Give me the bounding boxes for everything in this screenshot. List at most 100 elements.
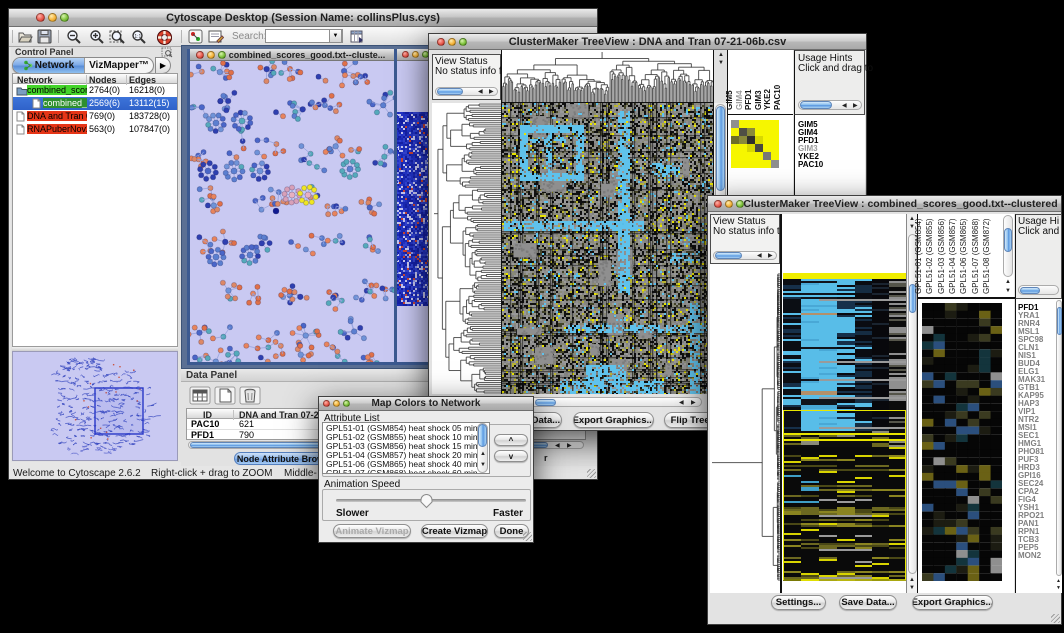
tab-overflow-arrow[interactable]: ▶: [155, 57, 171, 74]
scroll-left-arrow[interactable]: ◀: [757, 253, 762, 259]
zoom-selected-icon[interactable]: [109, 29, 126, 45]
scroll-left-arrow[interactable]: ◀: [555, 443, 560, 449]
scroll-left-arrow[interactable]: ◀: [478, 89, 483, 95]
correlation-matrix-canvas[interactable]: [731, 120, 779, 168]
annotation-icon[interactable]: [208, 29, 224, 44]
save-session-icon[interactable]: [37, 29, 52, 44]
row-dendrogram-canvas[interactable]: [710, 264, 780, 593]
speed-slider-thumb[interactable]: [419, 493, 434, 509]
export-graphics-button[interactable]: Export Graphics...: [573, 412, 654, 428]
zoom-out-icon[interactable]: [66, 29, 82, 45]
scrollbar-thumb[interactable]: [1020, 287, 1040, 294]
scrollbar-thumb[interactable]: [478, 424, 487, 447]
zoom-actual-icon[interactable]: 1:1: [131, 29, 147, 45]
create-vizmap-button[interactable]: Create Vizmap: [421, 524, 488, 538]
treeview1-titlebar[interactable]: ClusterMaker TreeView : DNA and Tran 07-…: [429, 34, 866, 50]
network-view-1-titlebar[interactable]: combined_scores_good.txt--cluste...: [190, 49, 394, 61]
scroll-up-arrow[interactable]: ▲: [718, 52, 724, 58]
tab-vizmapper[interactable]: VizMapper™: [84, 58, 153, 73]
scrollbar-thumb[interactable]: [1057, 307, 1062, 335]
treeview2-titlebar[interactable]: ClusterMaker TreeView : combined_scores_…: [708, 196, 1061, 212]
view-status-text: No status info t: [713, 226, 780, 237]
tab-network[interactable]: Network: [13, 58, 84, 73]
close-button[interactable]: [714, 200, 722, 208]
scroll-down-arrow[interactable]: ▼: [1056, 585, 1061, 591]
scroll-right-arrow[interactable]: ▶: [691, 400, 696, 406]
network-table-row[interactable]: RNAPuberNov2+N563(0)107847(0): [13, 123, 177, 136]
scroll-up-arrow[interactable]: ▲: [1056, 578, 1061, 584]
scroll-up-arrow[interactable]: ▲: [1005, 279, 1011, 285]
status-pan-hint: Middle-: [284, 468, 317, 479]
data-panel-header: Data Panel: [186, 370, 237, 381]
import-table-icon[interactable]: [349, 29, 365, 44]
dialog-titlebar[interactable]: Map Colors to Network: [319, 397, 533, 411]
resize-grip[interactable]: [1051, 614, 1060, 623]
settings-button[interactable]: Settings...: [771, 595, 826, 610]
network-table-row[interactable]: DNA and Tran 07769(0)183728(0): [13, 110, 177, 123]
resize-grip[interactable]: [587, 469, 596, 478]
minimize-button[interactable]: [412, 51, 419, 58]
labels-vscrollbar[interactable]: ▲ ▼: [1002, 214, 1015, 297]
scrollbar-thumb[interactable]: [1004, 228, 1012, 252]
network-table-row[interactable]: combined_scores_2764(0)16218(0): [13, 84, 177, 97]
scroll-right-arrow[interactable]: ▶: [853, 103, 858, 109]
network-view-1-canvas[interactable]: [190, 61, 394, 362]
network-table-row[interactable]: combined_sco2569(6)13112(15): [13, 97, 177, 110]
attribute-item[interactable]: GPL51-07 (GSM868) heat shock 60 min: [326, 469, 478, 474]
scroll-left-arrow[interactable]: ◀: [842, 103, 847, 109]
heatmap-canvas[interactable]: [783, 273, 906, 581]
open-file-icon[interactable]: [17, 29, 33, 44]
column-dendrogram-canvas[interactable]: [501, 50, 714, 103]
scrollbar-thumb[interactable]: [715, 252, 742, 259]
attribute-list-vscrollbar[interactable]: ▲ ▼: [477, 423, 489, 473]
scroll-right-arrow[interactable]: ▶: [768, 253, 773, 259]
export-graphics-button[interactable]: Export Graphics...: [912, 595, 993, 610]
scroll-right-arrow[interactable]: ▶: [489, 89, 494, 95]
network-overview-panel: [12, 351, 178, 461]
scroll-up-arrow[interactable]: ▲: [480, 451, 486, 457]
resize-grip[interactable]: [523, 532, 532, 541]
scroll-up-arrow[interactable]: ▲: [909, 577, 915, 583]
scrollbar-thumb[interactable]: [800, 101, 832, 109]
network-table-header[interactable]: Network Nodes Edges: [13, 74, 177, 84]
scroll-right-arrow[interactable]: ▶: [567, 443, 572, 449]
tab-fragment-label[interactable]: r: [544, 453, 548, 463]
close-button[interactable]: [196, 51, 204, 59]
delete-attribute-icon[interactable]: [239, 386, 261, 405]
main-titlebar[interactable]: Cytoscape Desktop (Session Name: collins…: [9, 9, 597, 27]
genes-vscrollbar[interactable]: ▲ ▼: [1056, 299, 1063, 593]
scroll-left-arrow[interactable]: ◀: [679, 400, 684, 406]
network-name: combined_sco: [43, 98, 87, 108]
move-down-button[interactable]: v: [494, 450, 528, 462]
scrollbar-thumb[interactable]: [716, 106, 725, 191]
move-up-button[interactable]: ^: [494, 434, 528, 446]
scrollbar-thumb[interactable]: [437, 88, 463, 95]
scroll-down-arrow[interactable]: ▼: [480, 462, 486, 468]
minimize-button[interactable]: [725, 200, 733, 208]
zoom-in-icon[interactable]: [89, 29, 105, 45]
minimize-button[interactable]: [207, 51, 215, 59]
scrollbar-thumb[interactable]: [535, 399, 556, 406]
usage-hints-scrollbar[interactable]: [1018, 285, 1059, 295]
help-lifebuoy-icon[interactable]: [156, 29, 173, 46]
control-panel-tabs: Network VizMapper™: [12, 57, 154, 74]
animate-vizmap-button[interactable]: Animate Vizmap: [333, 524, 411, 538]
button-label: Create Vizmap: [422, 526, 487, 537]
save-data-button[interactable]: Save Data...: [839, 595, 897, 610]
network-editor-icon[interactable]: [188, 29, 203, 44]
create-attribute-icon[interactable]: [214, 386, 236, 405]
scroll-down-arrow[interactable]: ▼: [1005, 288, 1011, 294]
close-button[interactable]: [402, 51, 409, 58]
scroll-down-arrow[interactable]: ▼: [718, 60, 724, 66]
attribute-select-icon[interactable]: [189, 386, 211, 405]
network-overview-canvas[interactable]: [13, 352, 177, 460]
row-dendrogram-canvas[interactable]: [432, 103, 501, 394]
view-status-scrollbar[interactable]: ◀ ▶: [435, 87, 498, 96]
view-status-scrollbar[interactable]: ◀ ▶: [713, 251, 777, 260]
search-dropdown-arrow[interactable]: ▼: [329, 29, 342, 43]
usage-hints-scrollbar[interactable]: ◀ ▶: [798, 100, 862, 110]
dialog-map-colors: Map Colors to Network Attribute List GPL…: [318, 396, 534, 543]
heatmap-canvas[interactable]: [501, 103, 714, 394]
scroll-down-arrow[interactable]: ▼: [909, 585, 915, 591]
summary-matrix-canvas[interactable]: [922, 303, 1002, 581]
